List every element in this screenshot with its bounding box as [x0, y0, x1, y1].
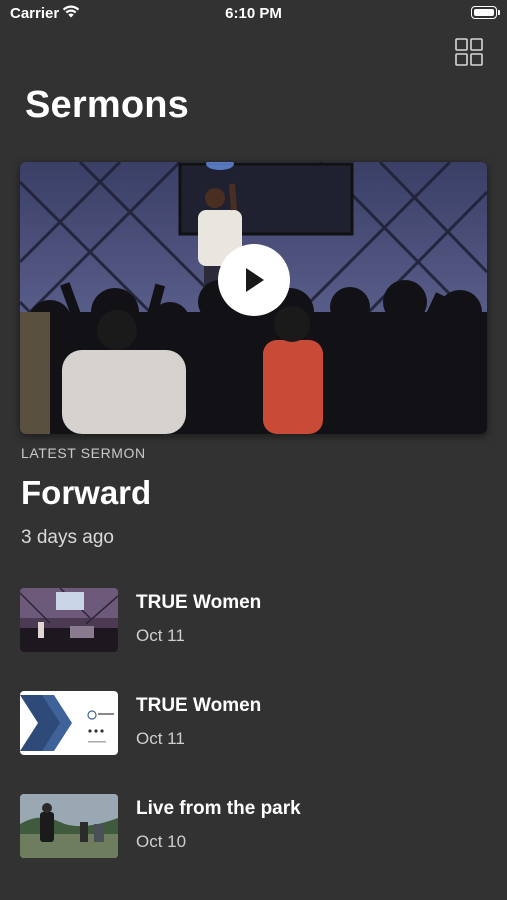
sermon-thumbnail	[20, 794, 118, 858]
latest-sermon-date: 3 days ago	[21, 527, 114, 548]
list-item[interactable]: Live from the park Oct 10	[0, 794, 507, 860]
list-item[interactable]: TRUE Women Oct 11	[0, 588, 507, 654]
play-button[interactable]	[218, 244, 290, 316]
grid-view-button[interactable]	[455, 38, 483, 66]
battery-icon	[471, 6, 500, 19]
play-icon	[246, 268, 264, 292]
sermon-date: Oct 10	[136, 832, 187, 851]
sermon-date: Oct 11	[136, 626, 185, 645]
latest-sermon-title[interactable]: Forward	[21, 474, 151, 512]
sermon-thumbnail	[20, 691, 118, 755]
list-item[interactable]: TRUE Women Oct 11	[0, 691, 507, 757]
status-bar: Carrier 6:10 PM	[0, 0, 507, 28]
grid-icon	[455, 38, 483, 66]
sermon-date: Oct 11	[136, 729, 185, 748]
clock: 6:10 PM	[225, 5, 282, 22]
sermon-thumbnail	[20, 588, 118, 652]
sermon-title: TRUE Women	[136, 592, 262, 613]
latest-sermon-label: LATEST SERMON	[21, 445, 146, 461]
page-title: Sermons	[25, 84, 190, 126]
sermon-title: TRUE Women	[136, 695, 262, 716]
sermon-title: Live from the park	[136, 798, 301, 819]
latest-sermon-video[interactable]	[20, 162, 487, 434]
